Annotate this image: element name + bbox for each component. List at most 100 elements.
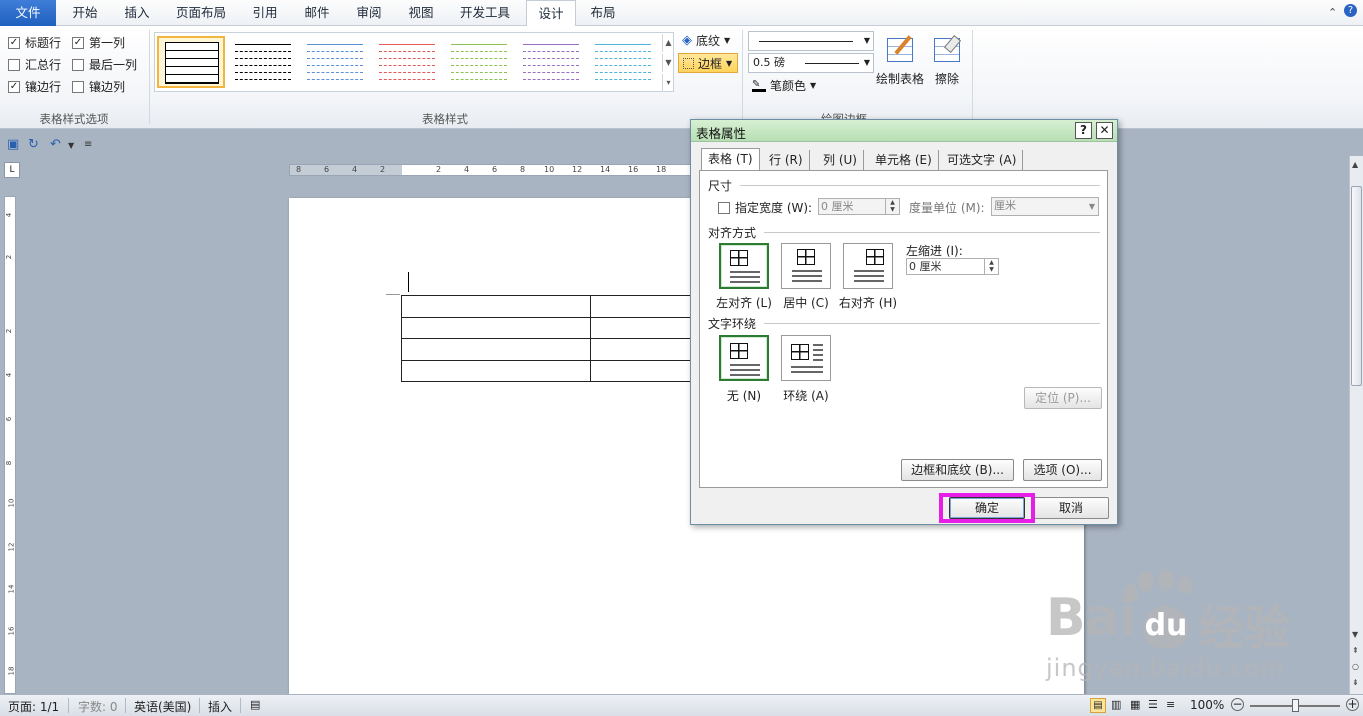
table-style-thumb[interactable]	[517, 36, 585, 88]
tab-table[interactable]: 表格 (T)	[701, 148, 760, 170]
line-style-dropdown[interactable]: ▼	[748, 31, 874, 51]
zoom-level[interactable]: 100%	[1190, 698, 1224, 712]
specify-width-checkbox[interactable]	[718, 201, 730, 214]
banded-rows-checkbox[interactable]: ✓	[8, 80, 20, 93]
gallery-more-icon[interactable]: ▾	[662, 74, 674, 92]
next-page-icon[interactable]: ⇟	[1352, 678, 1359, 687]
banded-columns-checkbox[interactable]	[72, 80, 84, 93]
tab-design[interactable]: 设计	[526, 0, 576, 27]
tab-layout[interactable]: 布局	[580, 0, 626, 26]
draw-table-icon[interactable]	[885, 34, 917, 66]
line-weight-dropdown[interactable]: 0.5 磅 ▼	[748, 53, 874, 73]
word-count[interactable]: 字数: 0	[78, 698, 118, 715]
web-layout-icon[interactable]: ▦	[1130, 698, 1140, 711]
outline-view-icon[interactable]: ☰	[1148, 698, 1158, 711]
pen-color-button[interactable]: ✎ 笔颜色 ▼	[752, 77, 816, 94]
wrap-none-option[interactable]	[719, 335, 769, 381]
width-spinner[interactable]: ▲ ▼	[885, 199, 899, 214]
tab-mailings[interactable]: 邮件	[292, 0, 342, 26]
table-style-thumb[interactable]	[373, 36, 441, 88]
dialog-close-button[interactable]: ✕	[1096, 122, 1113, 139]
scroll-up-icon[interactable]: ▲	[1352, 160, 1358, 169]
tab-cell[interactable]: 单元格 (E)	[869, 150, 939, 170]
tab-alt-text[interactable]: 可选文字 (A)	[941, 150, 1024, 170]
last-column-checkbox[interactable]	[72, 58, 84, 71]
chevron-down-icon[interactable]: ▼	[68, 141, 74, 150]
specify-width-option[interactable]: 指定宽度 (W):	[718, 199, 812, 216]
measure-unit-select[interactable]: 厘米 ▼	[991, 197, 1099, 216]
tab-home[interactable]: 开始	[60, 0, 110, 26]
save-icon[interactable]: ▣	[7, 137, 19, 152]
customize-toolbar-icon[interactable]: ≡	[84, 139, 92, 150]
table-cell[interactable]	[401, 338, 591, 361]
header-row-option[interactable]: ✓ 标题行	[8, 34, 61, 51]
table-cell[interactable]	[401, 359, 591, 382]
page-count[interactable]: 页面: 1/1	[8, 698, 59, 715]
previous-page-icon[interactable]: ⇞	[1352, 646, 1359, 655]
table-style-thumb[interactable]	[229, 36, 297, 88]
tab-selector-icon[interactable]: L	[4, 162, 20, 178]
minimize-ribbon-icon[interactable]: ⌃	[1328, 6, 1337, 19]
banded-columns-option[interactable]: 镶边列	[72, 78, 125, 95]
last-column-option[interactable]: 最后一列	[72, 56, 137, 73]
insert-mode-indicator[interactable]: 插入	[208, 698, 232, 715]
gallery-up-icon[interactable]: ▲	[662, 34, 674, 52]
total-row-option[interactable]: 汇总行	[8, 56, 61, 73]
table-style-thumb[interactable]	[589, 36, 657, 88]
borders-and-shading-button[interactable]: 边框和底纹 (B)...	[901, 459, 1014, 481]
width-input[interactable]: 0 厘米 ▲ ▼	[818, 198, 900, 215]
full-screen-reading-icon[interactable]: ▥	[1111, 698, 1121, 711]
tab-column[interactable]: 列 (U)	[817, 150, 864, 170]
tab-review[interactable]: 审阅	[344, 0, 394, 26]
options-button[interactable]: 选项 (O)...	[1023, 459, 1102, 481]
table-style-thumb[interactable]	[445, 36, 513, 88]
align-left-option[interactable]	[719, 243, 769, 289]
first-column-checkbox[interactable]: ✓	[72, 36, 84, 49]
tab-references[interactable]: 引用	[240, 0, 290, 26]
banded-rows-option[interactable]: ✓ 镶边行	[8, 78, 61, 95]
gallery-down-icon[interactable]: ▼	[662, 54, 674, 72]
tab-view[interactable]: 视图	[396, 0, 446, 26]
horizontal-ruler[interactable]: 8 6 4 2 2 4 6 8 10 12 14 16 18	[289, 164, 709, 176]
table-style-thumb[interactable]	[301, 36, 369, 88]
help-icon[interactable]: ?	[1344, 4, 1357, 17]
borders-button[interactable]: 边框 ▼	[678, 53, 738, 73]
shading-button[interactable]: ◈ 底纹 ▼	[682, 32, 730, 49]
draw-table-button[interactable]: 绘制表格	[876, 70, 924, 87]
undo-icon[interactable]: ↶	[50, 137, 61, 152]
align-center-option[interactable]	[781, 243, 831, 289]
dialog-titlebar[interactable]: 表格属性 ? ✕	[691, 120, 1117, 142]
vertical-scrollbar[interactable]: ▲ ▼ ⇞ ○ ⇟	[1349, 156, 1363, 694]
align-right-option[interactable]	[843, 243, 893, 289]
tab-page-layout[interactable]: 页面布局	[166, 0, 236, 26]
left-indent-spinner[interactable]: ▲ ▼	[984, 259, 998, 274]
tab-insert[interactable]: 插入	[112, 0, 162, 26]
language-indicator[interactable]: 英语(美国)	[134, 698, 191, 715]
print-layout-view-icon[interactable]: ▤	[1090, 698, 1106, 713]
total-row-checkbox[interactable]	[8, 58, 20, 71]
left-indent-input[interactable]: 0 厘米 ▲ ▼	[906, 258, 999, 275]
draft-view-icon[interactable]: ≡	[1166, 698, 1175, 711]
zoom-slider-handle[interactable]	[1292, 699, 1299, 712]
table-cell[interactable]	[401, 316, 591, 339]
zoom-out-icon[interactable]: −	[1231, 698, 1244, 711]
scrollbar-thumb[interactable]	[1351, 186, 1362, 386]
redo-icon[interactable]: ↻	[28, 137, 39, 152]
tab-file[interactable]: 文件	[0, 0, 56, 26]
erase-button[interactable]: 擦除	[935, 70, 959, 87]
dialog-help-button[interactable]: ?	[1075, 122, 1092, 139]
eraser-icon[interactable]	[932, 34, 964, 66]
browse-object-icon[interactable]: ○	[1352, 662, 1359, 671]
wrap-around-option[interactable]	[781, 335, 831, 381]
tab-developer[interactable]: 开发工具	[450, 0, 520, 26]
first-column-option[interactable]: ✓ 第一列	[72, 34, 125, 51]
scroll-down-icon[interactable]: ▼	[1352, 630, 1358, 639]
cancel-button[interactable]: 取消	[1033, 497, 1109, 519]
zoom-in-icon[interactable]: +	[1346, 698, 1359, 711]
macro-record-icon[interactable]: ▤	[250, 698, 260, 711]
vertical-ruler[interactable]: 4 2 2 4 6 8 10 12 14 16 18	[4, 196, 16, 694]
tab-row[interactable]: 行 (R)	[763, 150, 810, 170]
header-row-checkbox[interactable]: ✓	[8, 36, 20, 49]
table-cell[interactable]	[401, 295, 591, 318]
position-button[interactable]: 定位 (P)...	[1024, 387, 1102, 409]
